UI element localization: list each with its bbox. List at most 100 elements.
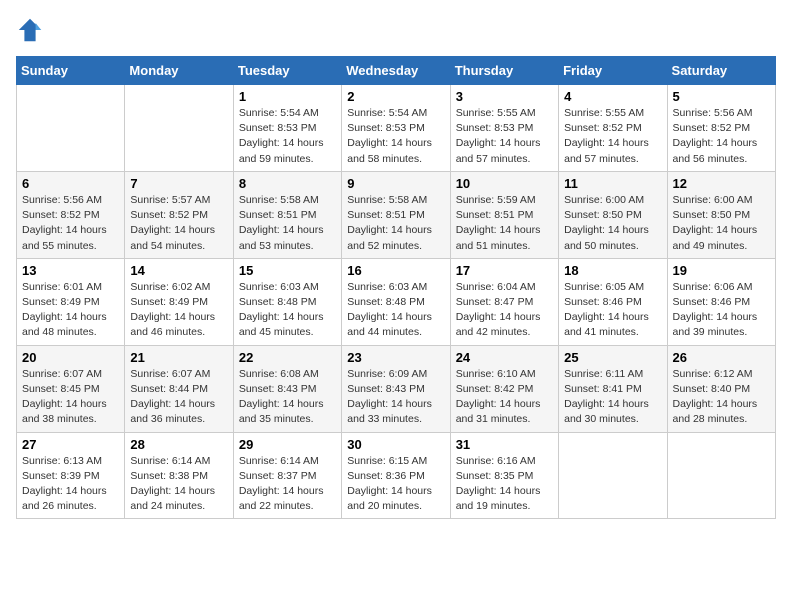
day-info: Sunrise: 6:12 AM Sunset: 8:40 PM Dayligh… bbox=[673, 368, 758, 426]
day-info: Sunrise: 5:56 AM Sunset: 8:52 PM Dayligh… bbox=[673, 107, 758, 165]
day-number: 3 bbox=[456, 89, 553, 104]
calendar-cell: 11 Sunrise: 6:00 AM Sunset: 8:50 PM Dayli… bbox=[559, 171, 667, 258]
calendar-cell: 4 Sunrise: 5:55 AM Sunset: 8:52 PM Daylig… bbox=[559, 85, 667, 172]
day-info: Sunrise: 5:55 AM Sunset: 8:53 PM Dayligh… bbox=[456, 107, 541, 165]
day-number: 21 bbox=[130, 350, 227, 365]
calendar-cell: 28 Sunrise: 6:14 AM Sunset: 8:38 PM Dayli… bbox=[125, 432, 233, 519]
day-header-tuesday: Tuesday bbox=[233, 57, 341, 85]
day-info: Sunrise: 6:14 AM Sunset: 8:38 PM Dayligh… bbox=[130, 455, 215, 513]
day-number: 15 bbox=[239, 263, 336, 278]
day-number: 12 bbox=[673, 176, 770, 191]
day-number: 16 bbox=[347, 263, 444, 278]
day-info: Sunrise: 6:00 AM Sunset: 8:50 PM Dayligh… bbox=[564, 194, 649, 252]
calendar-cell: 3 Sunrise: 5:55 AM Sunset: 8:53 PM Daylig… bbox=[450, 85, 558, 172]
calendar-cell: 30Sunrise: 6:15 AM Sunset: 8:36 PM Dayli… bbox=[342, 432, 450, 519]
day-number: 27 bbox=[22, 437, 119, 452]
calendar-cell: 9 Sunrise: 5:58 AM Sunset: 8:51 PM Daylig… bbox=[342, 171, 450, 258]
day-header-monday: Monday bbox=[125, 57, 233, 85]
calendar-cell: 25 Sunrise: 6:11 AM Sunset: 8:41 PM Dayli… bbox=[559, 345, 667, 432]
day-number: 1 bbox=[239, 89, 336, 104]
calendar-cell: 13Sunrise: 6:01 AM Sunset: 8:49 PM Dayli… bbox=[17, 258, 125, 345]
calendar-week-4: 20 Sunrise: 6:07 AM Sunset: 8:45 PM Dayli… bbox=[17, 345, 776, 432]
calendar-week-5: 27 Sunrise: 6:13 AM Sunset: 8:39 PM Dayli… bbox=[17, 432, 776, 519]
day-info: Sunrise: 6:09 AM Sunset: 8:43 PM Dayligh… bbox=[347, 368, 432, 426]
day-info: Sunrise: 5:57 AM Sunset: 8:52 PM Dayligh… bbox=[130, 194, 215, 252]
calendar-cell: 26 Sunrise: 6:12 AM Sunset: 8:40 PM Dayli… bbox=[667, 345, 775, 432]
day-number: 5 bbox=[673, 89, 770, 104]
day-info: Sunrise: 6:06 AM Sunset: 8:46 PM Dayligh… bbox=[673, 281, 758, 339]
day-number: 28 bbox=[130, 437, 227, 452]
day-info: Sunrise: 6:02 AM Sunset: 8:49 PM Dayligh… bbox=[130, 281, 215, 339]
calendar-cell: 27 Sunrise: 6:13 AM Sunset: 8:39 PM Dayli… bbox=[17, 432, 125, 519]
day-info: Sunrise: 5:55 AM Sunset: 8:52 PM Dayligh… bbox=[564, 107, 649, 165]
day-info: Sunrise: 6:00 AM Sunset: 8:50 PM Dayligh… bbox=[673, 194, 758, 252]
calendar-cell: 10Sunrise: 5:59 AM Sunset: 8:51 PM Dayli… bbox=[450, 171, 558, 258]
day-info: Sunrise: 6:10 AM Sunset: 8:42 PM Dayligh… bbox=[456, 368, 541, 426]
day-info: Sunrise: 6:03 AM Sunset: 8:48 PM Dayligh… bbox=[347, 281, 432, 339]
day-info: Sunrise: 6:13 AM Sunset: 8:39 PM Dayligh… bbox=[22, 455, 107, 513]
day-number: 8 bbox=[239, 176, 336, 191]
calendar-cell bbox=[667, 432, 775, 519]
day-info: Sunrise: 6:07 AM Sunset: 8:44 PM Dayligh… bbox=[130, 368, 215, 426]
calendar-cell: 20 Sunrise: 6:07 AM Sunset: 8:45 PM Dayli… bbox=[17, 345, 125, 432]
calendar-cell: 31 Sunrise: 6:16 AM Sunset: 8:35 PM Dayli… bbox=[450, 432, 558, 519]
day-info: Sunrise: 6:08 AM Sunset: 8:43 PM Dayligh… bbox=[239, 368, 324, 426]
day-number: 24 bbox=[456, 350, 553, 365]
calendar-cell: 24 Sunrise: 6:10 AM Sunset: 8:42 PM Dayli… bbox=[450, 345, 558, 432]
day-number: 4 bbox=[564, 89, 661, 104]
calendar-cell bbox=[125, 85, 233, 172]
day-info: Sunrise: 5:58 AM Sunset: 8:51 PM Dayligh… bbox=[239, 194, 324, 252]
day-info: Sunrise: 6:04 AM Sunset: 8:47 PM Dayligh… bbox=[456, 281, 541, 339]
day-number: 29 bbox=[239, 437, 336, 452]
calendar-cell: 1Sunrise: 5:54 AM Sunset: 8:53 PM Daylig… bbox=[233, 85, 341, 172]
day-header-thursday: Thursday bbox=[450, 57, 558, 85]
day-header-sunday: Sunday bbox=[17, 57, 125, 85]
calendar-week-1: 1Sunrise: 5:54 AM Sunset: 8:53 PM Daylig… bbox=[17, 85, 776, 172]
calendar-cell: 12 Sunrise: 6:00 AM Sunset: 8:50 PM Dayli… bbox=[667, 171, 775, 258]
logo-icon bbox=[16, 16, 44, 44]
day-info: Sunrise: 6:07 AM Sunset: 8:45 PM Dayligh… bbox=[22, 368, 107, 426]
day-info: Sunrise: 6:14 AM Sunset: 8:37 PM Dayligh… bbox=[239, 455, 324, 513]
page-header bbox=[16, 16, 776, 44]
day-info: Sunrise: 6:01 AM Sunset: 8:49 PM Dayligh… bbox=[22, 281, 107, 339]
calendar-week-2: 6Sunrise: 5:56 AM Sunset: 8:52 PM Daylig… bbox=[17, 171, 776, 258]
day-number: 20 bbox=[22, 350, 119, 365]
calendar-cell: 8 Sunrise: 5:58 AM Sunset: 8:51 PM Daylig… bbox=[233, 171, 341, 258]
calendar-cell: 7 Sunrise: 5:57 AM Sunset: 8:52 PM Daylig… bbox=[125, 171, 233, 258]
day-number: 19 bbox=[673, 263, 770, 278]
day-number: 23 bbox=[347, 350, 444, 365]
day-number: 30 bbox=[347, 437, 444, 452]
day-number: 22 bbox=[239, 350, 336, 365]
calendar-cell: 5 Sunrise: 5:56 AM Sunset: 8:52 PM Daylig… bbox=[667, 85, 775, 172]
calendar-header-row: SundayMondayTuesdayWednesdayThursdayFrid… bbox=[17, 57, 776, 85]
day-number: 6 bbox=[22, 176, 119, 191]
day-number: 26 bbox=[673, 350, 770, 365]
calendar-cell: 18 Sunrise: 6:05 AM Sunset: 8:46 PM Dayli… bbox=[559, 258, 667, 345]
day-header-saturday: Saturday bbox=[667, 57, 775, 85]
calendar-cell: 19 Sunrise: 6:06 AM Sunset: 8:46 PM Dayli… bbox=[667, 258, 775, 345]
day-number: 9 bbox=[347, 176, 444, 191]
day-number: 18 bbox=[564, 263, 661, 278]
day-info: Sunrise: 6:03 AM Sunset: 8:48 PM Dayligh… bbox=[239, 281, 324, 339]
day-info: Sunrise: 6:16 AM Sunset: 8:35 PM Dayligh… bbox=[456, 455, 541, 513]
calendar-cell bbox=[559, 432, 667, 519]
calendar-cell: 23 Sunrise: 6:09 AM Sunset: 8:43 PM Dayli… bbox=[342, 345, 450, 432]
day-number: 31 bbox=[456, 437, 553, 452]
day-header-wednesday: Wednesday bbox=[342, 57, 450, 85]
logo bbox=[16, 16, 46, 44]
day-number: 17 bbox=[456, 263, 553, 278]
day-number: 7 bbox=[130, 176, 227, 191]
calendar-cell: 17 Sunrise: 6:04 AM Sunset: 8:47 PM Dayli… bbox=[450, 258, 558, 345]
calendar-cell: 22 Sunrise: 6:08 AM Sunset: 8:43 PM Dayli… bbox=[233, 345, 341, 432]
calendar-week-3: 13Sunrise: 6:01 AM Sunset: 8:49 PM Dayli… bbox=[17, 258, 776, 345]
calendar-cell: 14Sunrise: 6:02 AM Sunset: 8:49 PM Dayli… bbox=[125, 258, 233, 345]
calendar-cell: 16 Sunrise: 6:03 AM Sunset: 8:48 PM Dayli… bbox=[342, 258, 450, 345]
day-info: Sunrise: 6:11 AM Sunset: 8:41 PM Dayligh… bbox=[564, 368, 649, 426]
calendar-cell bbox=[17, 85, 125, 172]
calendar-table: SundayMondayTuesdayWednesdayThursdayFrid… bbox=[16, 56, 776, 519]
day-info: Sunrise: 6:05 AM Sunset: 8:46 PM Dayligh… bbox=[564, 281, 649, 339]
day-info: Sunrise: 5:58 AM Sunset: 8:51 PM Dayligh… bbox=[347, 194, 432, 252]
calendar-cell: 6Sunrise: 5:56 AM Sunset: 8:52 PM Daylig… bbox=[17, 171, 125, 258]
day-number: 11 bbox=[564, 176, 661, 191]
day-number: 25 bbox=[564, 350, 661, 365]
